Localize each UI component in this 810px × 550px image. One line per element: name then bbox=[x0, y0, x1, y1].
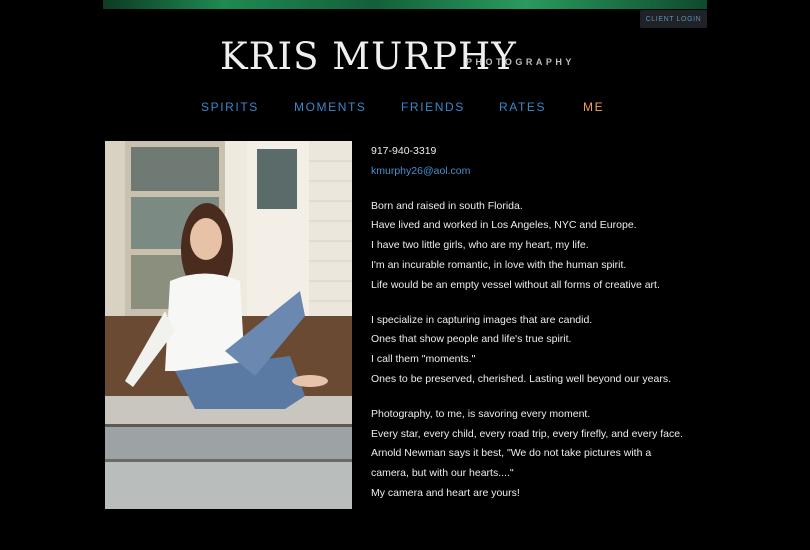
bio-line: Photography, to me, is savoring every mo… bbox=[371, 407, 591, 420]
bio-line: Every star, every child, every road trip… bbox=[371, 427, 684, 440]
bio-line: Born and raised in south Florida. bbox=[371, 199, 523, 212]
bio-content: 917-940-3319 kmurphy26@aol.com Born and … bbox=[371, 142, 751, 504]
bio-line: Arnold Newman says it best, "We do not t… bbox=[371, 447, 652, 460]
bio-line: I have two little girls, who are my hear… bbox=[371, 239, 589, 252]
portrait-photo-illustration bbox=[105, 141, 352, 509]
contact-phone: 917-940-3319 bbox=[371, 145, 437, 157]
bio-line: camera, but with our hearts...." bbox=[371, 467, 514, 480]
nav-item-moments[interactable]: MOMENTS bbox=[294, 100, 367, 114]
bio-line: Ones to be preserved, cherished. Lasting… bbox=[371, 372, 672, 385]
nav-item-me[interactable]: ME bbox=[583, 100, 604, 114]
nav-item-friends[interactable]: FRIENDS bbox=[401, 100, 465, 114]
site-logo-subtitle: PHOTOGRAPHY bbox=[466, 57, 575, 67]
portrait-photo bbox=[105, 141, 352, 509]
contact-email-link[interactable]: kmurphy26@aol.com bbox=[371, 162, 751, 182]
bio-line: Life would be an empty vessel without al… bbox=[371, 278, 660, 291]
bio-line: Ones that show people and life's true sp… bbox=[371, 333, 572, 346]
bio-line: My camera and heart are yours! bbox=[371, 486, 520, 499]
bio-line: I specialize in capturing images that ar… bbox=[371, 313, 593, 326]
nav-item-spirits[interactable]: SPIRITS bbox=[201, 100, 259, 114]
nav-item-rates[interactable]: RATES bbox=[499, 100, 546, 114]
bio-line: I call them "moments." bbox=[371, 353, 476, 366]
bio-line: I'm an incurable romantic, in love with … bbox=[371, 258, 627, 271]
main-nav: SPIRITS MOMENTS FRIENDS RATES ME bbox=[0, 100, 810, 116]
bio-line: Have lived and worked in Los Angeles, NY… bbox=[371, 219, 637, 232]
header-banner-strip bbox=[103, 0, 707, 9]
client-login-button[interactable]: CLIENT LOGIN bbox=[640, 10, 707, 28]
